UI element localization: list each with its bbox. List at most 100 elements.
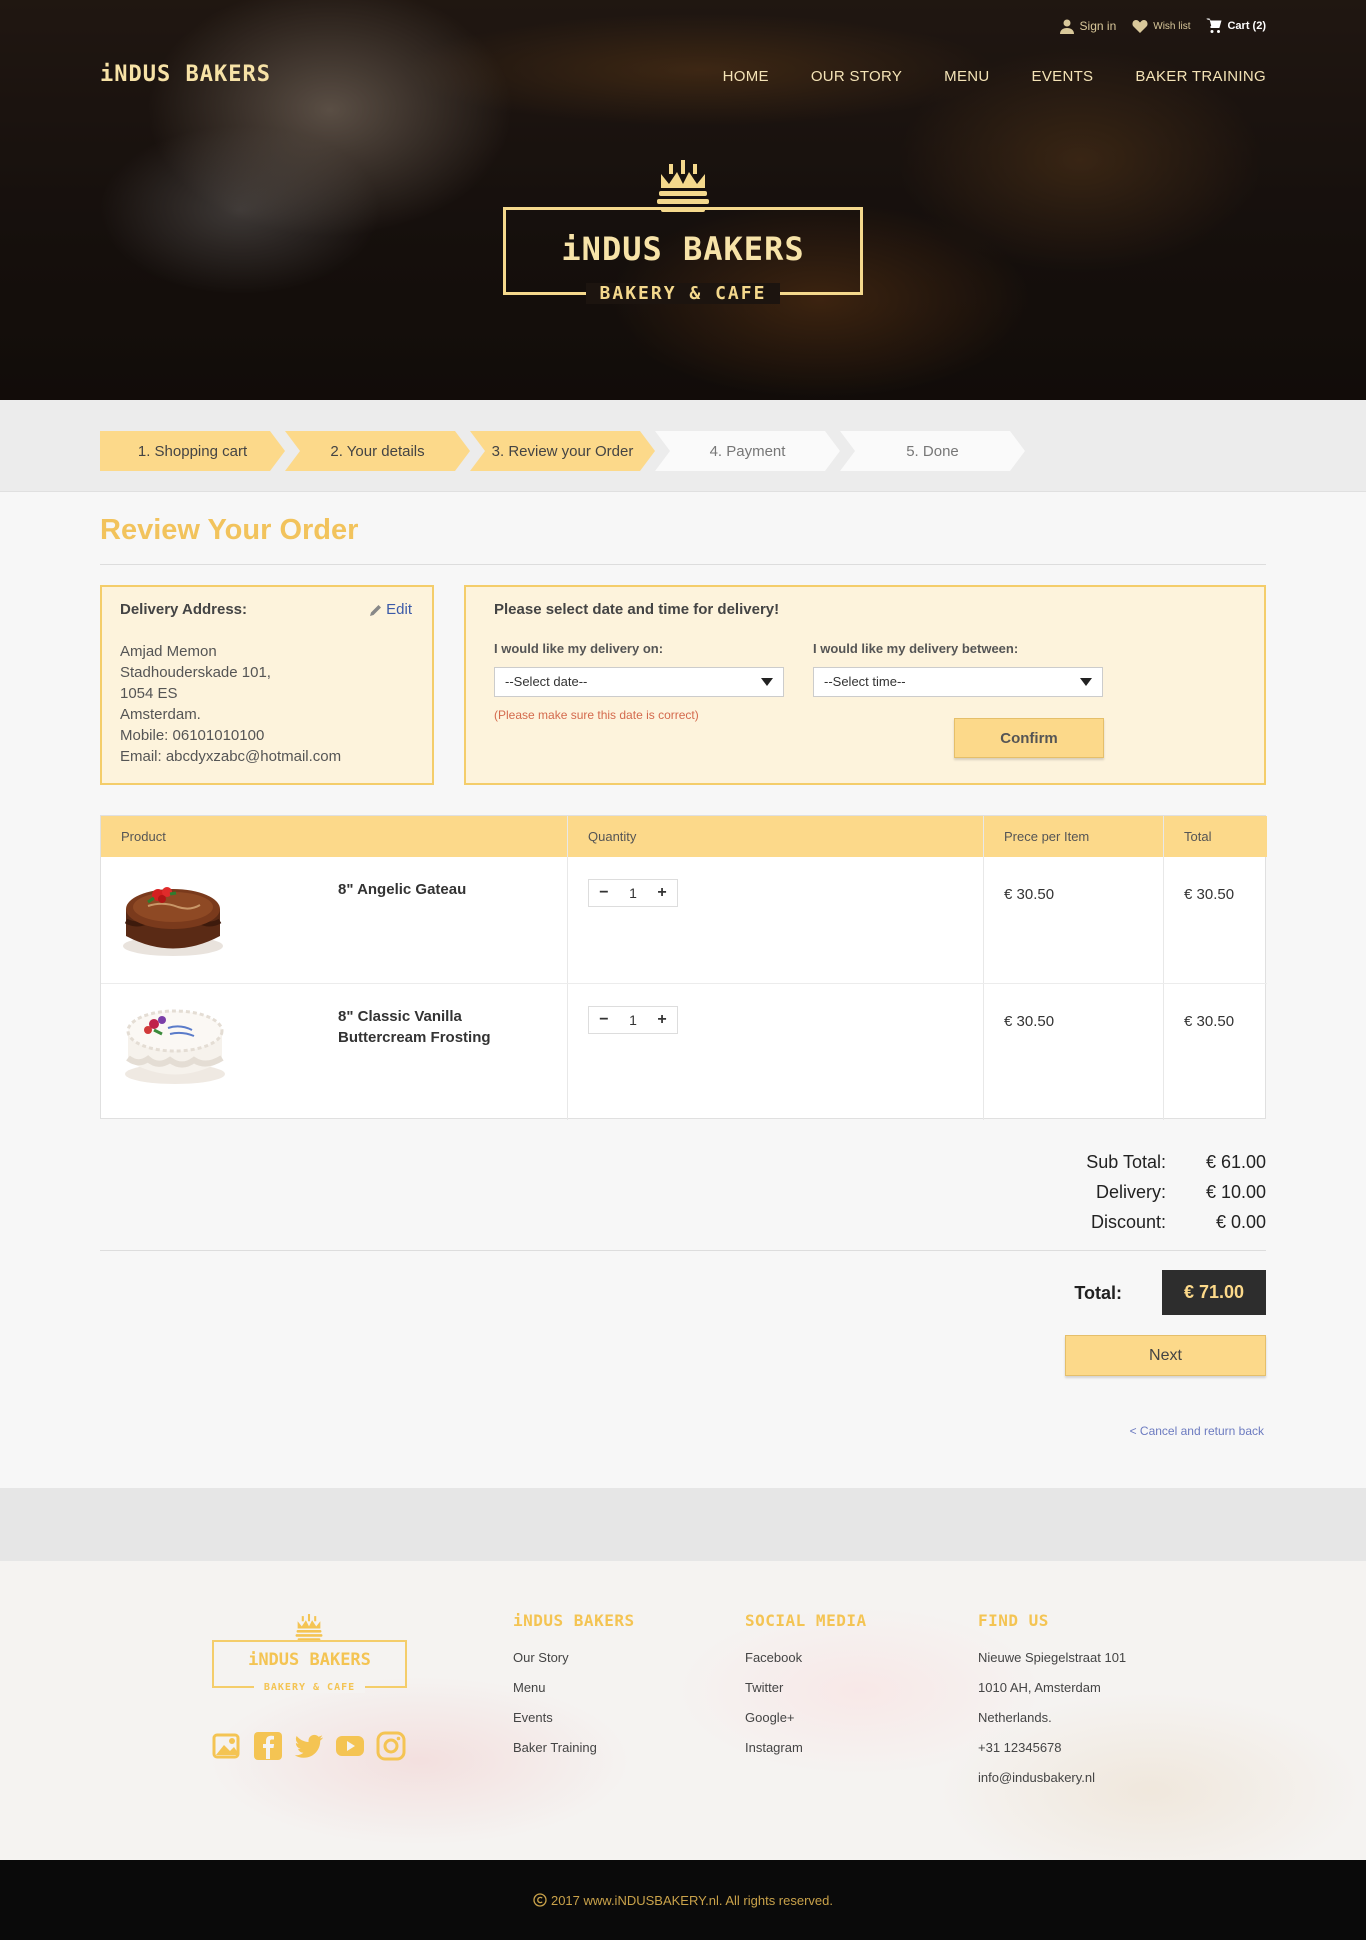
header-product: Product bbox=[121, 829, 166, 844]
address-line: Email: abcdyxzabc@hotmail.com bbox=[120, 748, 342, 765]
footer-col-find-us: FIND US Nieuwe Spiegelstraat 101 1010 AH… bbox=[978, 1611, 1126, 1793]
price-per-item: € 30.50 bbox=[1004, 1013, 1055, 1030]
footer-link-facebook[interactable]: Facebook bbox=[745, 1643, 867, 1673]
date-select[interactable]: --Select date-- bbox=[494, 667, 784, 697]
step-done: 5. Done bbox=[840, 431, 1025, 471]
row-total: € 30.50 bbox=[1184, 886, 1235, 903]
address-line: 1054 ES bbox=[120, 685, 178, 702]
nav-events[interactable]: EVENTS bbox=[1032, 68, 1094, 85]
dropdown-arrow-icon bbox=[1080, 678, 1092, 686]
footer-col-social: SOCIAL MEDIA Facebook Twitter Google+ In… bbox=[745, 1611, 867, 1763]
increase-button[interactable]: + bbox=[657, 884, 666, 902]
divider bbox=[100, 564, 1266, 565]
discount-value: € 0.00 bbox=[1215, 1212, 1266, 1232]
spacer-band bbox=[0, 1488, 1366, 1561]
product-name[interactable]: 8" Angelic Gateau bbox=[338, 879, 538, 900]
photos-icon[interactable] bbox=[212, 1731, 242, 1761]
brand-logo[interactable]: iNDUS BAKERS bbox=[100, 62, 271, 87]
footer-logo-title: iNDUS BAKERS bbox=[248, 1650, 371, 1670]
delivery-label: Delivery: bbox=[1095, 1182, 1166, 1202]
utility-nav: Sign in Wish list Cart (2) bbox=[1059, 18, 1266, 34]
confirm-button[interactable]: Confirm bbox=[954, 718, 1104, 758]
quantity-stepper[interactable]: − 1 + bbox=[588, 879, 678, 907]
copyright-text: 2017 www.iNDUSBAKERY.nl. All rights rese… bbox=[550, 1892, 834, 1908]
footer-col-title: SOCIAL MEDIA bbox=[745, 1611, 867, 1630]
edit-address-button[interactable]: Edit bbox=[370, 601, 412, 618]
instagram-icon[interactable] bbox=[376, 1731, 406, 1761]
delivery-row: Delivery: € 10.00 bbox=[1056, 1182, 1266, 1203]
order-table: Product Quantity Prece per Item Total 8"… bbox=[100, 815, 1267, 1120]
step-payment: 4. Payment bbox=[655, 431, 840, 471]
sign-in-link[interactable]: Sign in bbox=[1059, 18, 1116, 34]
footer-col-title: FIND US bbox=[978, 1611, 1049, 1630]
footer-email[interactable]: info@indusbakery.nl bbox=[978, 1763, 1126, 1793]
delivery-address-card: Delivery Address: Edit Amjad Memon Stadh… bbox=[100, 585, 434, 785]
decrease-button[interactable]: − bbox=[599, 1011, 608, 1029]
next-button[interactable]: Next bbox=[1065, 1335, 1266, 1376]
quantity-stepper[interactable]: − 1 + bbox=[588, 1006, 678, 1034]
cart-label: Cart (2) bbox=[1227, 20, 1266, 32]
step-shopping-cart[interactable]: 1. Shopping cart bbox=[100, 431, 285, 471]
address-line: Mobile: 06101010100 bbox=[120, 727, 265, 744]
footer-col-company: iNDUS BAKERS Our Story Menu Events Baker… bbox=[513, 1611, 635, 1763]
footer-phone[interactable]: +31 12345678 bbox=[978, 1733, 1126, 1763]
header-price: Prece per Item bbox=[1004, 829, 1090, 844]
footer-link-menu[interactable]: Menu bbox=[513, 1673, 635, 1703]
decrease-button[interactable]: − bbox=[599, 884, 608, 902]
date-label: I would like my delivery on: bbox=[494, 641, 664, 656]
quantity-value: 1 bbox=[629, 885, 637, 901]
copyright-bar: 2017 www.iNDUSBAKERY.nl. All rights rese… bbox=[0, 1860, 1366, 1940]
header-quantity: Quantity bbox=[588, 829, 637, 844]
footer-logo[interactable]: iNDUS BAKERS BAKERY & CAFE bbox=[212, 1640, 407, 1693]
price-per-item: € 30.50 bbox=[1004, 886, 1055, 903]
hero-logo: iNDUS BAKERS BAKERY & CAFE bbox=[503, 207, 863, 304]
footer-link-twitter[interactable]: Twitter bbox=[745, 1673, 867, 1703]
dropdown-arrow-icon bbox=[761, 678, 773, 686]
time-label: I would like my delivery between: bbox=[813, 641, 1019, 656]
header-total: Total bbox=[1184, 829, 1212, 844]
discount-label: Discount: bbox=[1090, 1212, 1166, 1232]
checkout-steps-bar: 1. Shopping cart 2. Your details 3. Revi… bbox=[0, 400, 1366, 492]
address-line: Amsterdam. bbox=[120, 706, 201, 723]
hero-banner: iNDUS BAKERS Sign in Wish list Cart (2) … bbox=[0, 0, 1366, 400]
checkout-steps: 1. Shopping cart 2. Your details 3. Revi… bbox=[100, 431, 1025, 471]
time-select[interactable]: --Select time-- bbox=[813, 667, 1103, 697]
youtube-icon[interactable] bbox=[335, 1731, 365, 1761]
pencil-icon bbox=[370, 604, 382, 616]
wish-list-link[interactable]: Wish list bbox=[1132, 18, 1190, 34]
hero-logo-title: iNDUS BAKERS bbox=[561, 230, 805, 268]
cart-link[interactable]: Cart (2) bbox=[1206, 18, 1266, 34]
footer-address-country: Netherlands. bbox=[978, 1710, 1052, 1725]
nav-our-story[interactable]: OUR STORY bbox=[811, 68, 902, 85]
nav-home[interactable]: HOME bbox=[723, 68, 769, 85]
address-lines: Amjad Memon Stadhouderskade 101, 1054 ES… bbox=[120, 641, 414, 767]
increase-button[interactable]: + bbox=[657, 1011, 666, 1029]
address-line: Stadhouderskade 101, bbox=[120, 664, 271, 681]
step-your-details[interactable]: 2. Your details bbox=[285, 431, 470, 471]
product-name[interactable]: 8" Classic Vanilla Buttercream Frosting bbox=[338, 1006, 538, 1048]
edit-label: Edit bbox=[386, 601, 412, 618]
step-review-order[interactable]: 3. Review your Order bbox=[470, 431, 655, 471]
table-header: Product Quantity Prece per Item Total bbox=[101, 816, 1267, 857]
subtotal-row: Sub Total: € 61.00 bbox=[1056, 1152, 1266, 1173]
footer-link-google-plus[interactable]: Google+ bbox=[745, 1703, 867, 1733]
footer-col-title: iNDUS BAKERS bbox=[513, 1611, 635, 1630]
facebook-icon[interactable] bbox=[253, 1731, 283, 1761]
nav-menu[interactable]: MENU bbox=[944, 68, 989, 85]
footer-link-baker-training[interactable]: Baker Training bbox=[513, 1733, 635, 1763]
time-select-value: --Select time-- bbox=[824, 674, 906, 689]
delivery-value: € 10.00 bbox=[1205, 1182, 1266, 1202]
delivery-heading: Please select date and time for delivery… bbox=[494, 601, 780, 618]
twitter-icon[interactable] bbox=[294, 1731, 324, 1761]
footer-link-events[interactable]: Events bbox=[513, 1703, 635, 1733]
page-title: Review Your Order bbox=[100, 514, 359, 546]
copyright-icon bbox=[533, 1893, 547, 1907]
cancel-return-link[interactable]: < Cancel and return back bbox=[1130, 1424, 1264, 1438]
footer-link-instagram[interactable]: Instagram bbox=[745, 1733, 867, 1763]
vanilla-cake-image[interactable] bbox=[118, 996, 228, 1086]
footer-link-our-story[interactable]: Our Story bbox=[513, 1643, 635, 1673]
step-label: 3. Review your Order bbox=[491, 442, 634, 460]
subtotal-label: Sub Total: bbox=[1086, 1152, 1166, 1172]
chocolate-cake-image[interactable] bbox=[118, 871, 228, 961]
nav-baker-training[interactable]: BAKER TRAINING bbox=[1135, 68, 1266, 85]
